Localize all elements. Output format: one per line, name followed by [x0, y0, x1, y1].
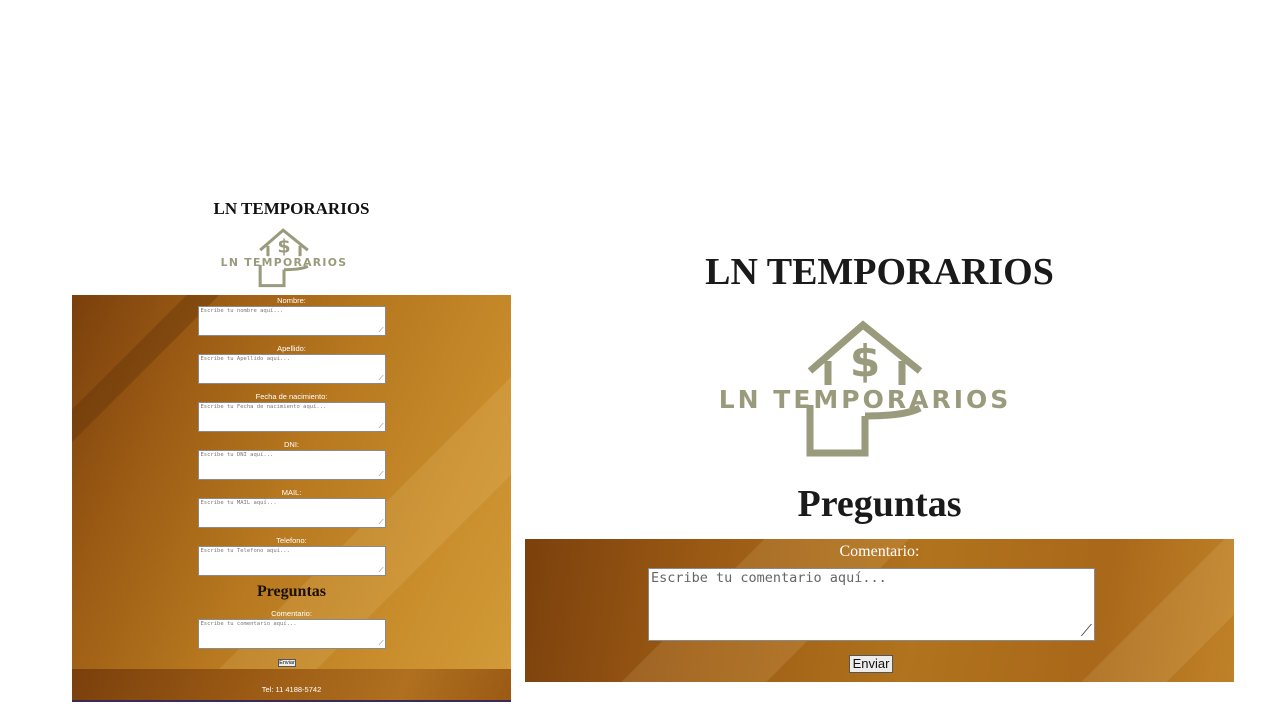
- svg-text:LN TEMPORARIOS: LN TEMPORARIOS: [221, 256, 348, 269]
- comment-form: Comentario: Escribe tu comentario aquí..…: [525, 539, 1234, 682]
- left-page-preview: LN TEMPORARIOS $ LN TEMPORARIOS Nombre: …: [72, 195, 511, 702]
- field-comentario: Comentario: Escribe tu comentario aquí..…: [72, 609, 511, 649]
- field-nombre: Nombre: Escribe tu nombre aquí... ⟋: [72, 296, 511, 336]
- field-label: Apellido:: [277, 344, 306, 353]
- field-label: Nombre:: [277, 296, 306, 305]
- section-title-preguntas: Preguntas: [797, 483, 962, 525]
- placeholder-text: Escribe tu MAIL aquí...: [200, 500, 277, 506]
- comentario-label: Comentario:: [839, 543, 920, 560]
- placeholder-text: Escribe tu Apellido aquí...: [200, 356, 290, 362]
- dni-textarea[interactable]: Escribe tu DNI aquí... ⟋: [197, 450, 386, 480]
- page-title: LN TEMPORARIOS: [213, 199, 370, 218]
- contact-form: Nombre: Escribe tu nombre aquí... ⟋ Apel…: [72, 295, 511, 669]
- field-dni: DNI: Escribe tu DNI aquí... ⟋: [72, 440, 511, 480]
- right-page-preview: LN TEMPORARIOS $ LN TEMPORARIOS Pregunta…: [525, 250, 1234, 682]
- field-label: MAIL:: [281, 488, 302, 497]
- fecha-nacimiento-textarea[interactable]: Escribe tu Fecha de nacimiento aquí... ⟋: [197, 402, 386, 432]
- placeholder-text: Escribe tu Fecha de nacimiento aquí...: [200, 404, 327, 410]
- resize-handle-icon[interactable]: ⟋: [379, 519, 384, 526]
- placeholder-text: Escribe tu nombre aquí...: [200, 308, 284, 314]
- svg-text:LN TEMPORARIOS: LN TEMPORARIOS: [719, 385, 1012, 414]
- house-logo-icon: $ LN TEMPORARIOS: [719, 320, 1012, 457]
- section-title-preguntas: Preguntas: [256, 583, 327, 600]
- field-label: Comentario:: [271, 609, 312, 618]
- svg-text:$: $: [277, 235, 290, 257]
- house-logo-icon: $ LN TEMPORARIOS: [221, 228, 348, 288]
- resize-handle-icon[interactable]: ⟋: [379, 375, 384, 382]
- field-telefono: Telefono: Escribe tu Telefono aquí... ⟋: [72, 536, 511, 576]
- placeholder-text: Escribe tu comentario aquí...: [200, 621, 297, 627]
- submit-button[interactable]: Enviar: [849, 655, 893, 673]
- placeholder-text: Escribe tu Telefono aquí...: [200, 548, 290, 554]
- comentario-textarea[interactable]: Escribe tu comentario aquí... ⟋: [197, 619, 386, 649]
- footer: Tel: 11 4188-5742: [72, 669, 511, 700]
- telefono-textarea[interactable]: Escribe tu Telefono aquí... ⟋: [197, 546, 386, 576]
- apellido-textarea[interactable]: Escribe tu Apellido aquí... ⟋: [197, 354, 386, 384]
- field-fecha-nacimiento: Fecha de nacimiento: Escribe tu Fecha de…: [72, 392, 511, 432]
- page-title: LN TEMPORARIOS: [705, 251, 1054, 293]
- field-label: Fecha de nacimiento:: [255, 392, 328, 401]
- resize-handle-icon[interactable]: ⟋: [379, 471, 384, 478]
- resize-handle-icon[interactable]: ⟋: [1081, 623, 1092, 639]
- field-mail: MAIL: Escribe tu MAIL aquí... ⟋: [72, 488, 511, 528]
- mail-textarea[interactable]: Escribe tu MAIL aquí... ⟋: [197, 498, 386, 528]
- resize-handle-icon[interactable]: ⟋: [379, 423, 384, 430]
- field-apellido: Apellido: Escribe tu Apellido aquí... ⟋: [72, 344, 511, 384]
- field-label: Telefono:: [276, 536, 307, 545]
- submit-button[interactable]: Enviar: [278, 659, 296, 667]
- footer-bottom-border: [72, 700, 511, 702]
- resize-handle-icon[interactable]: ⟋: [379, 640, 384, 647]
- placeholder-text: Escribe tu DNI aquí...: [200, 452, 274, 458]
- comentario-textarea[interactable]: Escribe tu comentario aquí... ⟋: [648, 568, 1095, 641]
- svg-text:$: $: [850, 336, 881, 387]
- field-label: DNI:: [284, 440, 299, 449]
- resize-handle-icon[interactable]: ⟋: [379, 567, 384, 574]
- resize-handle-icon[interactable]: ⟋: [379, 327, 384, 334]
- nombre-textarea[interactable]: Escribe tu nombre aquí... ⟋: [197, 306, 386, 336]
- placeholder-text: Escribe tu comentario aquí...: [651, 570, 887, 586]
- footer-phone: Tel: 11 4188-5742: [261, 685, 322, 694]
